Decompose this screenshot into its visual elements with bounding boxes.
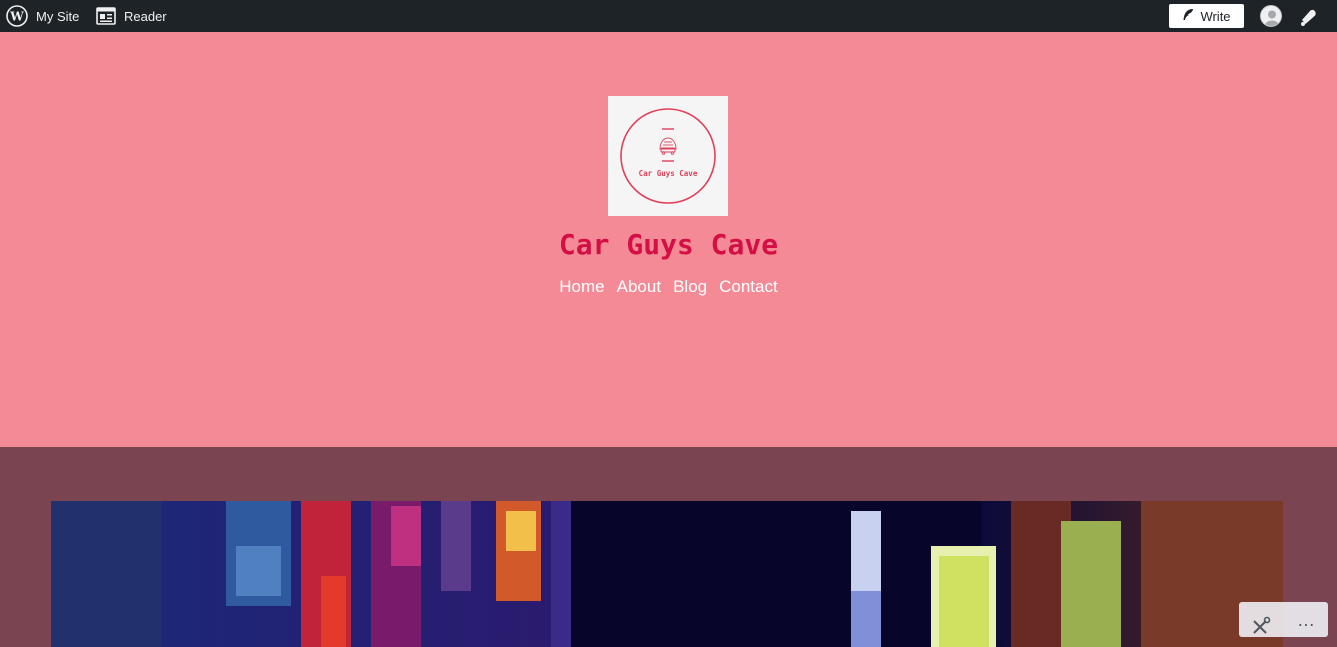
site-header: Car Guys Cave Car Guys Cave Home About B… (0, 32, 1337, 447)
main-navigation: Home About Blog Contact (0, 277, 1337, 297)
write-label: Write (1200, 8, 1231, 24)
wordpress-logo-icon: W (6, 5, 28, 27)
floating-toolbar: … (1239, 602, 1328, 637)
nav-home[interactable]: Home (559, 277, 604, 297)
user-avatar-icon[interactable] (1260, 5, 1282, 27)
my-site-button[interactable]: W My Site (6, 0, 79, 32)
tools-icon[interactable] (1251, 616, 1271, 636)
my-site-label: My Site (36, 8, 80, 24)
logo-text: Car Guys Cave (639, 169, 698, 178)
feather-icon (1182, 8, 1200, 24)
featured-image (51, 501, 1283, 647)
admin-bar: W My Site Reader Write (0, 0, 1337, 32)
svg-text:W: W (9, 10, 24, 24)
nav-blog[interactable]: Blog (673, 277, 707, 297)
site-title[interactable]: Car Guys Cave (0, 228, 1337, 261)
reader-button[interactable]: Reader (96, 0, 167, 32)
reader-label: Reader (124, 8, 167, 24)
nav-contact[interactable]: Contact (719, 277, 778, 297)
write-button[interactable]: Write (1169, 4, 1244, 28)
bell-icon[interactable] (1298, 6, 1320, 28)
reader-icon (96, 7, 116, 25)
more-options-button[interactable]: … (1297, 610, 1316, 631)
site-logo[interactable]: Car Guys Cave (608, 96, 728, 216)
car-emblem-icon (659, 137, 677, 155)
nav-about[interactable]: About (617, 277, 661, 297)
